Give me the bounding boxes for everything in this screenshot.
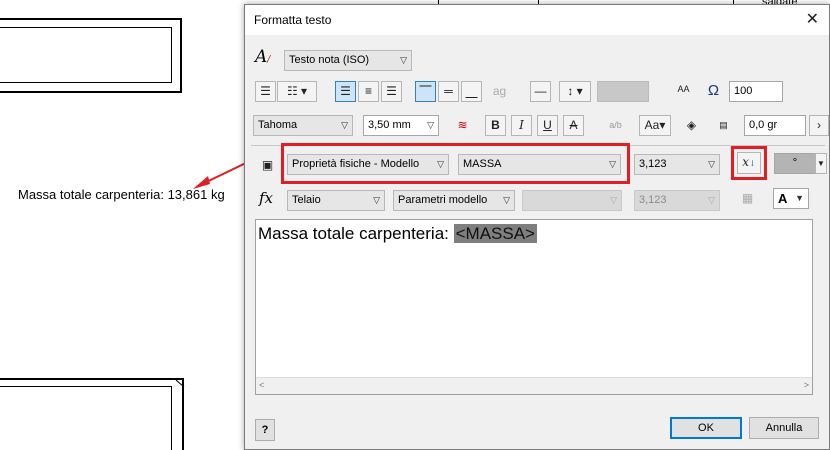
text-color-button[interactable]: A ▼ [773, 188, 809, 209]
editor-content[interactable]: Massa totale carpenteria: <MASSA> [258, 224, 537, 244]
mass-annotation-text: Massa totale carpenteria: 13,861 kg [18, 187, 225, 202]
align-bottom-button[interactable]: ⎽ [461, 81, 482, 102]
property-type-select[interactable]: Proprietà fisiche - Modello ▽ [287, 154, 449, 175]
fraction-icon: a/b [609, 120, 622, 130]
stretch-input[interactable]: 100 [729, 81, 783, 102]
text-style-select[interactable]: Testo nota (ISO) ▽ [284, 50, 412, 71]
property-select[interactable]: MASSA ▽ [458, 154, 621, 175]
font-value: Tahoma [258, 119, 298, 131]
bold-button[interactable]: B [485, 115, 506, 136]
param-name-select[interactable]: ▽ [522, 190, 622, 211]
line-spacing-value [597, 81, 649, 102]
chevron-down-icon: ▽ [503, 195, 510, 205]
line-spacing-button[interactable]: ↕ ▾ [559, 81, 591, 102]
more-button[interactable]: › [809, 115, 829, 136]
param-source-select[interactable]: Telaio ▽ [287, 190, 385, 211]
scroll-right-icon[interactable]: > [804, 380, 809, 390]
chevron-down-icon: ▽ [610, 195, 617, 205]
help-button[interactable]: ? [255, 419, 275, 441]
property-icon: ▣ [261, 158, 274, 172]
param-precision-value: 3,123 [639, 194, 667, 206]
text-frame-icon[interactable]: ▤ [713, 115, 734, 136]
param-precision-select[interactable]: 3,123 ▽ [634, 190, 720, 211]
text-style-icon: A/ [255, 47, 271, 67]
stack-icon[interactable]: ≋ [452, 115, 473, 136]
ok-button[interactable]: OK [670, 417, 742, 439]
property-type-value: Proprietà fisiche - Modello [292, 158, 420, 170]
font-size-value: 3,50 mm [368, 119, 411, 131]
rotation-input[interactable]: 0,0 gr [744, 115, 806, 136]
char-spacing-icon: Ω [707, 82, 720, 99]
text-style-value: Testo nota (ISO) [289, 54, 370, 66]
insert-parameter-button[interactable]: x↓ [737, 152, 761, 174]
chevron-down-icon: ▽ [341, 120, 348, 130]
param-type-value: Parametri modello [398, 194, 488, 206]
italic-button[interactable]: I [511, 115, 532, 136]
text-color-label: A [778, 191, 788, 206]
chevron-down-icon: ▽ [427, 120, 434, 130]
cancel-button[interactable]: Annulla [749, 417, 819, 439]
param-source-value: Telaio [292, 194, 321, 206]
chevron-down-icon: ▽ [708, 159, 715, 169]
case-button[interactable]: Aa▾ [639, 115, 671, 136]
align-top-button[interactable]: ⎺ [415, 81, 436, 102]
bullet-list-button[interactable]: ☰ [255, 81, 276, 102]
align-middle-button[interactable]: ═ [438, 81, 459, 102]
fill-icon[interactable]: ◈ [681, 115, 702, 136]
param-insert-icon[interactable]: ▦ [737, 188, 758, 209]
font-size-select[interactable]: 3,50 mm ▽ [363, 115, 439, 136]
align-center-button[interactable]: ≡ [358, 81, 379, 102]
mass-parameter-token[interactable]: <MASSA> [453, 224, 537, 243]
strikethrough-button[interactable]: A [563, 115, 584, 136]
line-button[interactable]: — [530, 81, 551, 102]
close-button[interactable]: ✕ [806, 9, 819, 29]
underline-button[interactable]: U [537, 115, 558, 136]
property-value: MASSA [463, 158, 502, 170]
chevron-down-icon: ▽ [609, 159, 616, 169]
function-label: fx [259, 189, 274, 207]
editor-prefix-text: Massa totale carpenteria: [258, 224, 454, 243]
symbol-select[interactable]: ° [774, 153, 816, 174]
scroll-left-icon[interactable]: < [259, 380, 264, 390]
baseline-icon: ag [492, 84, 507, 98]
title-bar: Formatta testo ✕ [245, 5, 829, 35]
align-left-button[interactable]: ☰ [335, 81, 356, 102]
chevron-down-icon: ▽ [708, 195, 715, 205]
chevron-down-icon: ▼ [795, 193, 804, 203]
stretch-icon: AA [677, 84, 690, 94]
param-type-select[interactable]: Parametri modello ▽ [393, 190, 515, 211]
dialog-title: Formatta testo [254, 13, 332, 27]
chevron-down-icon[interactable]: ▼ [815, 153, 827, 174]
align-right-button[interactable]: ☰ [381, 81, 402, 102]
chevron-down-icon: ▽ [373, 195, 380, 205]
horizontal-scrollbar[interactable]: < > [256, 377, 812, 394]
format-text-dialog: Formatta testo ✕ A/ Testo nota (ISO) ▽ ☰ … [244, 4, 830, 450]
precision-select[interactable]: 3,123 ▽ [634, 154, 720, 175]
chevron-down-icon: ▽ [400, 55, 407, 65]
chevron-down-icon: ▽ [437, 159, 444, 169]
precision-value: 3,123 [639, 158, 667, 170]
numbered-list-button[interactable]: ☷ ▾ [277, 81, 317, 102]
font-select[interactable]: Tahoma ▽ [253, 115, 353, 136]
text-editor[interactable]: Massa totale carpenteria: <MASSA> < > [255, 219, 813, 395]
